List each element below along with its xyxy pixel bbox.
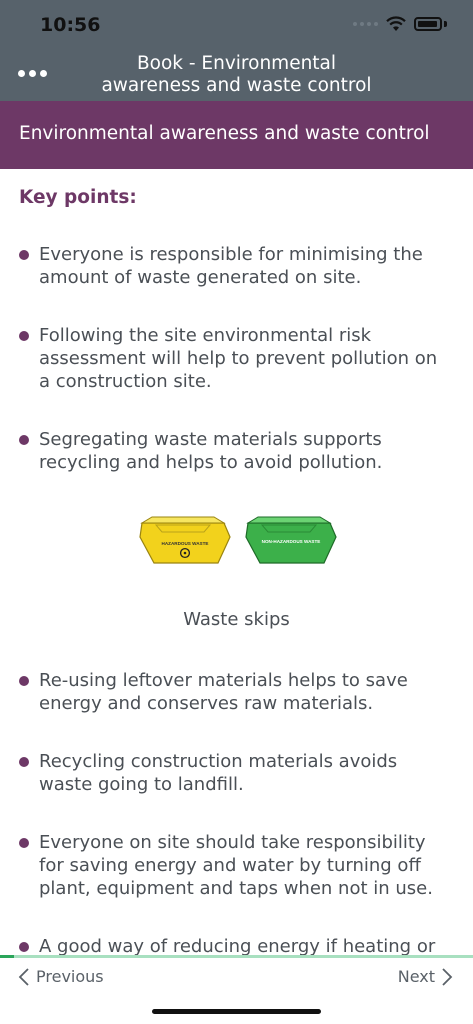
bullet-icon	[19, 435, 29, 445]
non-hazardous-skip: NON-HAZARDOUS WASTE	[245, 516, 337, 564]
chevron-left-icon	[18, 967, 29, 986]
bullet-text: Everyone on site should take responsibil…	[39, 832, 433, 899]
chapter-bar: Environmental awareness and waste contro…	[0, 101, 473, 169]
bullet-text: Re-using leftover materials helps to sav…	[39, 670, 408, 714]
non-hazardous-skip-label: NON-HAZARDOUS WASTE	[262, 539, 321, 544]
hazardous-skip: HAZARDOUS WASTE	[139, 516, 231, 564]
home-indicator	[152, 1009, 321, 1014]
list-item: Everyone on site should take responsibil…	[19, 831, 449, 900]
bottom-navigation: Previous Next	[0, 955, 473, 1024]
bullet-icon	[19, 250, 29, 260]
bullet-text: Everyone is responsible for minimising t…	[39, 244, 423, 288]
chapter-title: Environmental awareness and waste contro…	[19, 123, 430, 144]
battery-icon	[414, 17, 442, 31]
list-item: Segregating waste materials supports rec…	[19, 428, 449, 474]
list-item: Recycling construction materials avoids …	[19, 750, 449, 796]
progress-bar	[0, 955, 15, 958]
signal-icon	[353, 22, 378, 26]
bullet-icon	[19, 942, 29, 952]
status-time: 10:56	[40, 14, 101, 36]
bullet-text: Following the site environmental risk as…	[39, 325, 438, 392]
bullet-text: Recycling construction materials avoids …	[39, 751, 398, 795]
wifi-icon	[386, 16, 406, 31]
bullet-icon	[19, 331, 29, 341]
list-item: Re-using leftover materials helps to sav…	[19, 669, 449, 715]
key-points-title: Key points:	[19, 187, 137, 208]
content-area[interactable]: Key points: Everyone is responsible for …	[0, 169, 473, 955]
list-item: Everyone is responsible for minimising t…	[19, 243, 449, 289]
list-item: Following the site environmental risk as…	[19, 324, 449, 393]
image-caption: Waste skips	[183, 609, 290, 630]
bullet-icon	[19, 676, 29, 686]
bullet-text: Segregating waste materials supports rec…	[39, 429, 383, 473]
more-dots-icon[interactable]	[18, 70, 47, 77]
progress-track	[0, 955, 473, 958]
bullet-icon	[19, 838, 29, 848]
next-button[interactable]: Next	[398, 967, 453, 986]
chevron-right-icon	[442, 967, 453, 986]
bullet-icon	[19, 757, 29, 767]
status-icons	[353, 16, 447, 32]
previous-label: Previous	[36, 967, 104, 986]
bullet-text: A good way of reducing energy if heating…	[39, 936, 436, 955]
hazardous-skip-label: HAZARDOUS WASTE	[162, 541, 209, 546]
list-item: A good way of reducing energy if heating…	[19, 935, 449, 955]
previous-button[interactable]: Previous	[18, 967, 104, 986]
app-header: 10:56 Book - Environmental awareness and…	[0, 0, 473, 101]
waste-skips-image: HAZARDOUS WASTE NON-HAZARDOUS WASTE	[139, 516, 337, 564]
battery-tip	[444, 21, 447, 27]
next-label: Next	[397, 967, 435, 986]
book-title: Book - Environmental awareness and waste…	[101, 53, 372, 96]
